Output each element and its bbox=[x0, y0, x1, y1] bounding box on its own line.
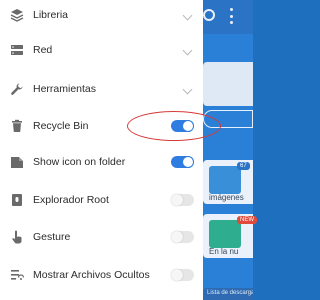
storage-card[interactable] bbox=[203, 62, 253, 106]
drawer-item-label: Red bbox=[33, 44, 53, 56]
count-badge: 67 bbox=[237, 162, 250, 170]
show-icon-on-folder-toggle[interactable] bbox=[171, 156, 194, 168]
explorador-root-toggle[interactable] bbox=[171, 194, 194, 206]
drawer-item-red[interactable]: Red bbox=[0, 35, 203, 65]
drawer-item-label: Libreria bbox=[33, 9, 69, 21]
images-tile[interactable]: 67 imágenes bbox=[203, 160, 253, 204]
image-icon bbox=[209, 166, 241, 194]
drawer-item-label: Explorador Root bbox=[33, 194, 109, 206]
hidden-files-icon bbox=[10, 268, 24, 282]
chevron-down-icon bbox=[182, 10, 193, 20]
drawer-item-label: Recycle Bin bbox=[33, 120, 89, 132]
search-icon[interactable] bbox=[203, 9, 215, 21]
chevron-down-icon bbox=[182, 84, 193, 94]
drawer-item-label: Herramientas bbox=[33, 83, 97, 95]
trash-icon bbox=[10, 119, 24, 133]
gesture-toggle[interactable] bbox=[171, 231, 194, 243]
tile-caption: imágenes bbox=[209, 193, 244, 202]
drawer-item-mostrar-archivos-ocultos[interactable]: Mostrar Archivos Ocultos bbox=[0, 260, 203, 290]
drawer-item-label: Gesture bbox=[33, 231, 71, 243]
new-badge: NEW bbox=[237, 216, 257, 224]
folder-icon bbox=[10, 155, 24, 169]
network-icon bbox=[10, 43, 24, 57]
drawer-item-libreria[interactable]: Libreria bbox=[0, 0, 203, 30]
gesture-icon bbox=[10, 230, 24, 244]
drawer-item-label: Show icon on folder bbox=[33, 156, 126, 168]
annotation-circle bbox=[127, 111, 221, 141]
overflow-menu-icon[interactable] bbox=[230, 8, 233, 24]
downloads-chip[interactable]: Lista de descargas bbox=[203, 288, 253, 300]
drawer-item-gesture[interactable]: Gesture bbox=[0, 222, 203, 252]
cloud-icon bbox=[209, 220, 241, 248]
library-icon bbox=[10, 8, 24, 22]
tile-caption: En la nu bbox=[209, 247, 239, 256]
cloud-tile[interactable]: NEW En la nu bbox=[203, 214, 257, 258]
navigation-drawer: Libreria Red Herramientas Recycle Bin Sh… bbox=[0, 0, 203, 300]
root-icon bbox=[10, 193, 24, 207]
drawer-item-show-icon-on-folder[interactable]: Show icon on folder bbox=[0, 147, 203, 177]
wrench-icon bbox=[10, 82, 24, 96]
drawer-item-herramientas[interactable]: Herramientas bbox=[0, 74, 203, 104]
drawer-item-label: Mostrar Archivos Ocultos bbox=[33, 269, 150, 281]
drawer-item-explorador-root[interactable]: Explorador Root bbox=[0, 185, 203, 215]
mostrar-archivos-ocultos-toggle[interactable] bbox=[171, 269, 194, 281]
chevron-down-icon bbox=[182, 45, 193, 55]
